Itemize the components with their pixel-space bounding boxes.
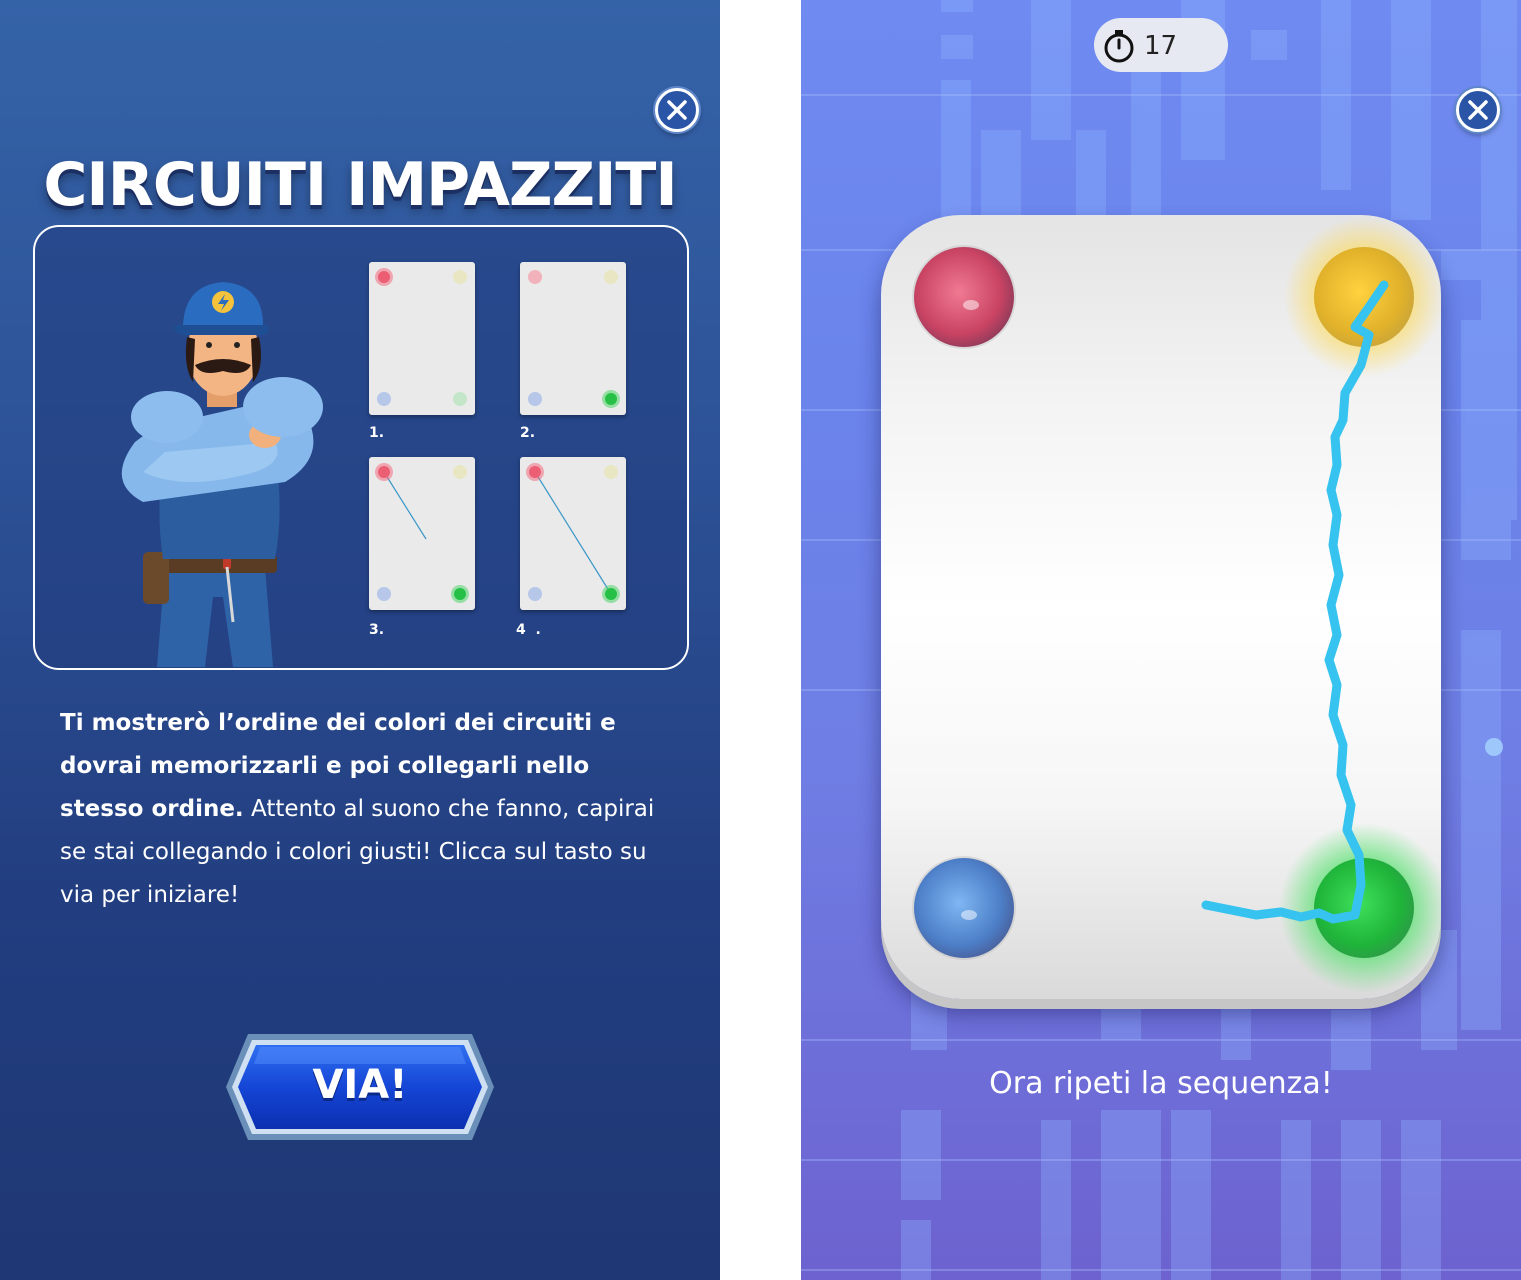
close-x-icon [667,100,687,120]
start-button[interactable]: VIA! [226,1034,494,1140]
timer-value: 17 [1144,31,1178,61]
tutorial-step-card-1 [369,262,475,415]
step-label: 1. [369,425,385,441]
electrician-character-illustration [121,282,323,667]
timer-badge: 17 [1094,18,1228,72]
game-screen: 17 Ora ripeti la sequenza! [801,0,1521,1280]
red-node[interactable] [912,245,1016,349]
circuit-board[interactable] [881,215,1441,999]
intro-screen: CIRCUITI IMPAZZITI 1. 2. 3. 4 . Ti mostr… [0,0,720,1280]
step-label: 4 . [516,622,541,638]
tutorial-panel: 1. 2. 3. 4 . [33,225,689,670]
step-label: 3. [369,622,385,638]
close-button[interactable] [1456,88,1500,132]
game-title: CIRCUITI IMPAZZITI [43,150,677,220]
tutorial-step-card-2 [520,262,626,415]
instructions-text: Ti mostrerò l’ordine dei colori dei circ… [60,702,660,917]
instruction-prompt: Ora ripeti la sequenza! [989,1066,1333,1101]
close-button[interactable] [655,88,699,132]
step-label: 2. [520,425,536,441]
blue-node[interactable] [912,856,1016,960]
start-button-label: VIA! [312,1062,408,1108]
tutorial-step-card-3 [369,457,475,610]
tutorial-step-card-4 [520,457,626,610]
close-x-icon [1468,100,1488,120]
stopwatch-icon [1104,30,1134,63]
